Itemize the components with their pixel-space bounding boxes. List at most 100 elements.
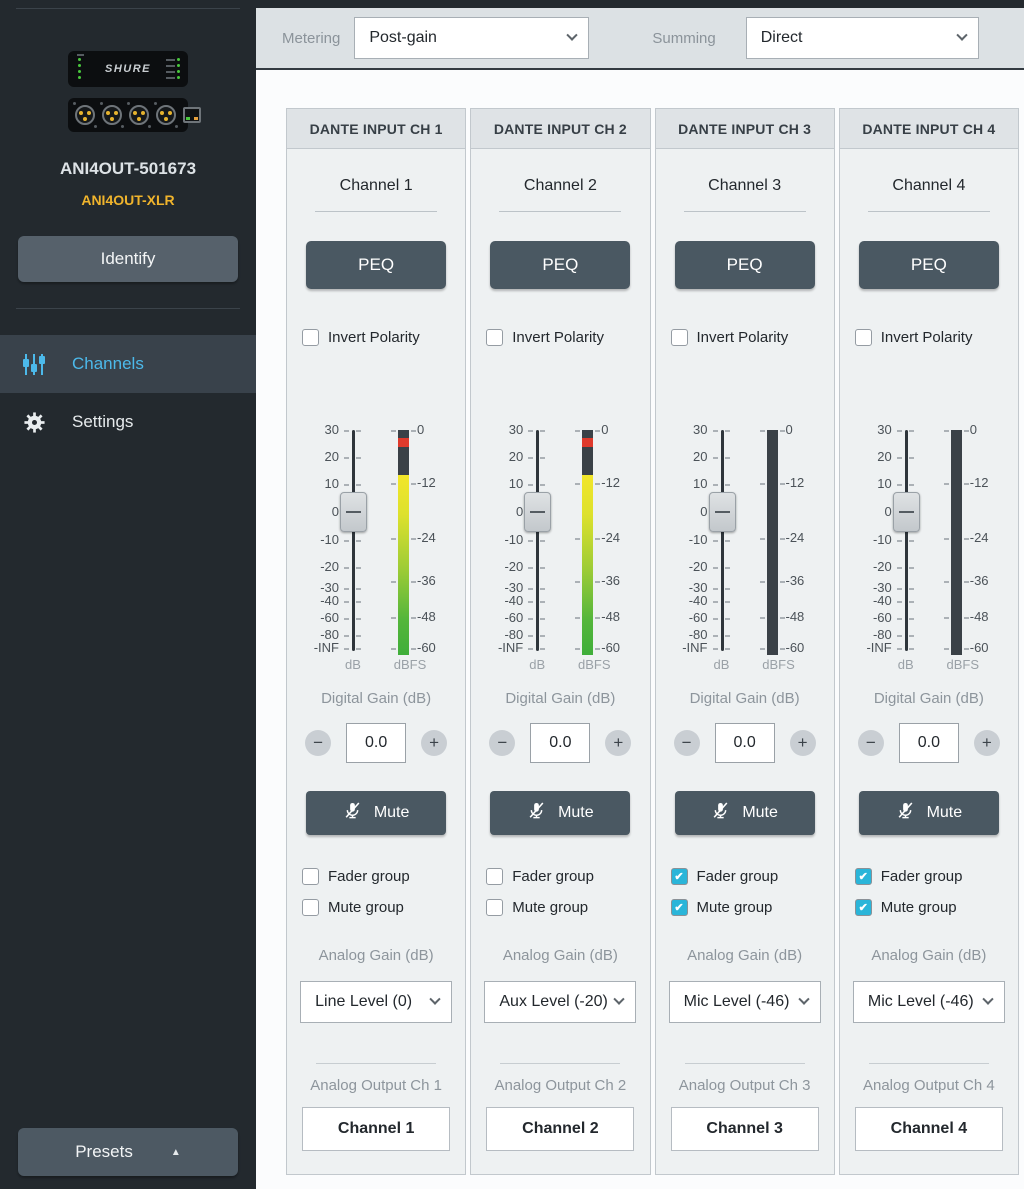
channel-name-input[interactable]: Channel 2 [471,177,649,195]
tick-mark [897,484,902,486]
fader-handle[interactable] [340,492,367,532]
tick-mark [909,484,914,486]
sidebar-item-channels[interactable]: Channels [0,335,256,393]
presets-button[interactable]: Presets ▲ [18,1128,238,1176]
peq-button[interactable]: PEQ [490,241,630,289]
chevron-down-icon [798,994,809,1005]
fader-group-row[interactable]: Fader group [287,868,465,885]
tick-mark [391,648,396,650]
fader-group-checkbox[interactable] [302,868,319,885]
analog-output-label: Analog Output Ch 1 [287,1077,465,1094]
sidebar-item-settings[interactable]: Settings [0,393,256,451]
fader-tick-label: 0 [479,504,523,520]
gain-increment-button[interactable]: + [421,730,447,756]
tick-mark [964,430,969,432]
mute-group-checkbox[interactable] [671,899,688,916]
fader-meter-rail: dB dBFS 3020100-10-20-30-40-60-80-INF0-1… [287,424,465,676]
analog-gain-select[interactable]: Mic Level (-46) [853,981,1005,1023]
fader-track[interactable] [352,430,355,651]
mute-group-checkbox[interactable] [302,899,319,916]
invert-polarity-checkbox[interactable] [671,329,688,346]
fader-tick-label: 10 [295,476,339,492]
invert-polarity-checkbox[interactable] [855,329,872,346]
mic-muted-icon [527,801,546,825]
fader-group-checkbox[interactable] [855,868,872,885]
fader-group-checkbox[interactable] [486,868,503,885]
invert-polarity-row[interactable]: Invert Polarity [287,329,465,346]
fader-handle[interactable] [524,492,551,532]
fader-group-row[interactable]: Fader group [656,868,834,885]
fader-tick-label: -INF [848,640,892,656]
gain-decrement-button[interactable]: − [858,730,884,756]
level-meter [767,430,778,655]
analog-gain-select[interactable]: Aux Level (-20) [484,981,636,1023]
invert-polarity-row[interactable]: Invert Polarity [471,329,649,346]
tick-mark [575,538,580,540]
channel-name-input[interactable]: Channel 3 [656,177,834,195]
mute-group-row[interactable]: Mute group [287,899,465,916]
mute-button[interactable]: Mute [306,791,446,835]
digital-gain-input[interactable] [715,723,775,763]
gain-increment-button[interactable]: + [605,730,631,756]
invert-polarity-row[interactable]: Invert Polarity [840,329,1018,346]
invert-polarity-checkbox[interactable] [486,329,503,346]
channel-name-input[interactable]: Channel 1 [287,177,465,195]
tick-mark [411,581,416,583]
gain-increment-button[interactable]: + [974,730,1000,756]
fader-group-row[interactable]: Fader group [840,868,1018,885]
mute-button[interactable]: Mute [859,791,999,835]
section-divider [316,1063,436,1064]
metering-select[interactable]: Post-gain [354,17,589,59]
fader-handle[interactable] [709,492,736,532]
fader-tick-label: -INF [479,640,523,656]
identify-button[interactable]: Identify [18,236,238,282]
analog-output-channel-button[interactable]: Channel 4 [855,1107,1003,1151]
fader-tick-label: 30 [664,422,708,438]
analog-output-channel-button[interactable]: Channel 3 [671,1107,819,1151]
fader-tick-label: -40 [295,593,339,609]
invert-polarity-row[interactable]: Invert Polarity [656,329,834,346]
mute-group-checkbox[interactable] [855,899,872,916]
peq-button[interactable]: PEQ [859,241,999,289]
mute-button[interactable]: Mute [675,791,815,835]
fader-track[interactable] [905,430,908,651]
fader-handle[interactable] [893,492,920,532]
tick-mark [780,430,785,432]
tick-mark [356,430,361,432]
fader-group-row[interactable]: Fader group [471,868,649,885]
analog-output-label: Analog Output Ch 4 [840,1077,1018,1094]
device-model: ANI4OUT-XLR [0,192,256,208]
peq-button[interactable]: PEQ [306,241,446,289]
gain-decrement-button[interactable]: − [305,730,331,756]
fader-track[interactable] [536,430,539,651]
analog-gain-select[interactable]: Mic Level (-46) [669,981,821,1023]
summing-select[interactable]: Direct [746,17,979,59]
gain-increment-button[interactable]: + [790,730,816,756]
gain-decrement-button[interactable]: − [674,730,700,756]
mute-group-checkbox[interactable] [486,899,503,916]
digital-gain-input[interactable] [346,723,406,763]
gain-decrement-button[interactable]: − [489,730,515,756]
chevron-down-icon [956,30,967,41]
tick-mark [344,635,349,637]
fader-track[interactable] [721,430,724,651]
tick-mark [725,618,730,620]
tick-mark [575,617,580,619]
tick-mark [595,581,600,583]
digital-gain-stepper: − + [656,723,834,763]
analog-output-channel-button[interactable]: Channel 1 [302,1107,450,1151]
tick-mark [897,588,902,590]
channel-name-input[interactable]: Channel 4 [840,177,1018,195]
digital-gain-input[interactable] [899,723,959,763]
tick-mark [725,567,730,569]
fader-group-checkbox[interactable] [671,868,688,885]
mute-group-row[interactable]: Mute group [656,899,834,916]
analog-output-channel-button[interactable]: Channel 2 [486,1107,634,1151]
mute-button[interactable]: Mute [490,791,630,835]
peq-button[interactable]: PEQ [675,241,815,289]
analog-gain-select[interactable]: Line Level (0) [300,981,452,1023]
invert-polarity-checkbox[interactable] [302,329,319,346]
mute-group-row[interactable]: Mute group [840,899,1018,916]
digital-gain-input[interactable] [530,723,590,763]
mute-group-row[interactable]: Mute group [471,899,649,916]
